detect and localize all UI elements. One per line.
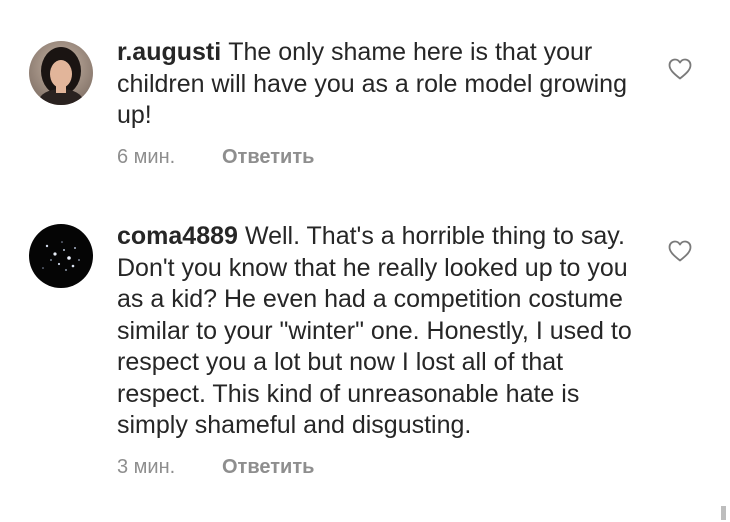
comment-meta: 3 мин. Ответить [117,456,652,479]
comment-meta: 6 мин. Ответить [117,146,652,169]
reply-button[interactable]: Ответить [222,146,314,169]
user-avatar-image [29,41,93,105]
user-avatar-image [29,224,93,288]
comment-time: 6 мин. [117,145,176,168]
comment-username[interactable]: coma4889 [117,222,238,250]
comment-text-block: coma4889 Well. That's a horrible thing to… [117,221,652,442]
avatar[interactable] [29,41,93,105]
comment-text-block: r.augusti The only shame here is that you… [117,37,652,132]
heart-outline-icon[interactable] [668,58,692,80]
heart-outline-icon[interactable] [668,240,692,262]
scrollbar-thumb[interactable] [721,506,726,520]
comment-body: r.augusti The only shame here is that you… [117,37,652,169]
comment-body: coma4889 Well. That's a horrible thing to… [117,221,652,479]
comment-time: 3 мин. [117,455,176,478]
reply-button[interactable]: Ответить [222,456,314,479]
comment-text: Well. That's a horrible thing to say. Do… [117,222,632,439]
comment-username[interactable]: r.augusti [117,38,221,66]
avatar[interactable] [29,224,93,288]
